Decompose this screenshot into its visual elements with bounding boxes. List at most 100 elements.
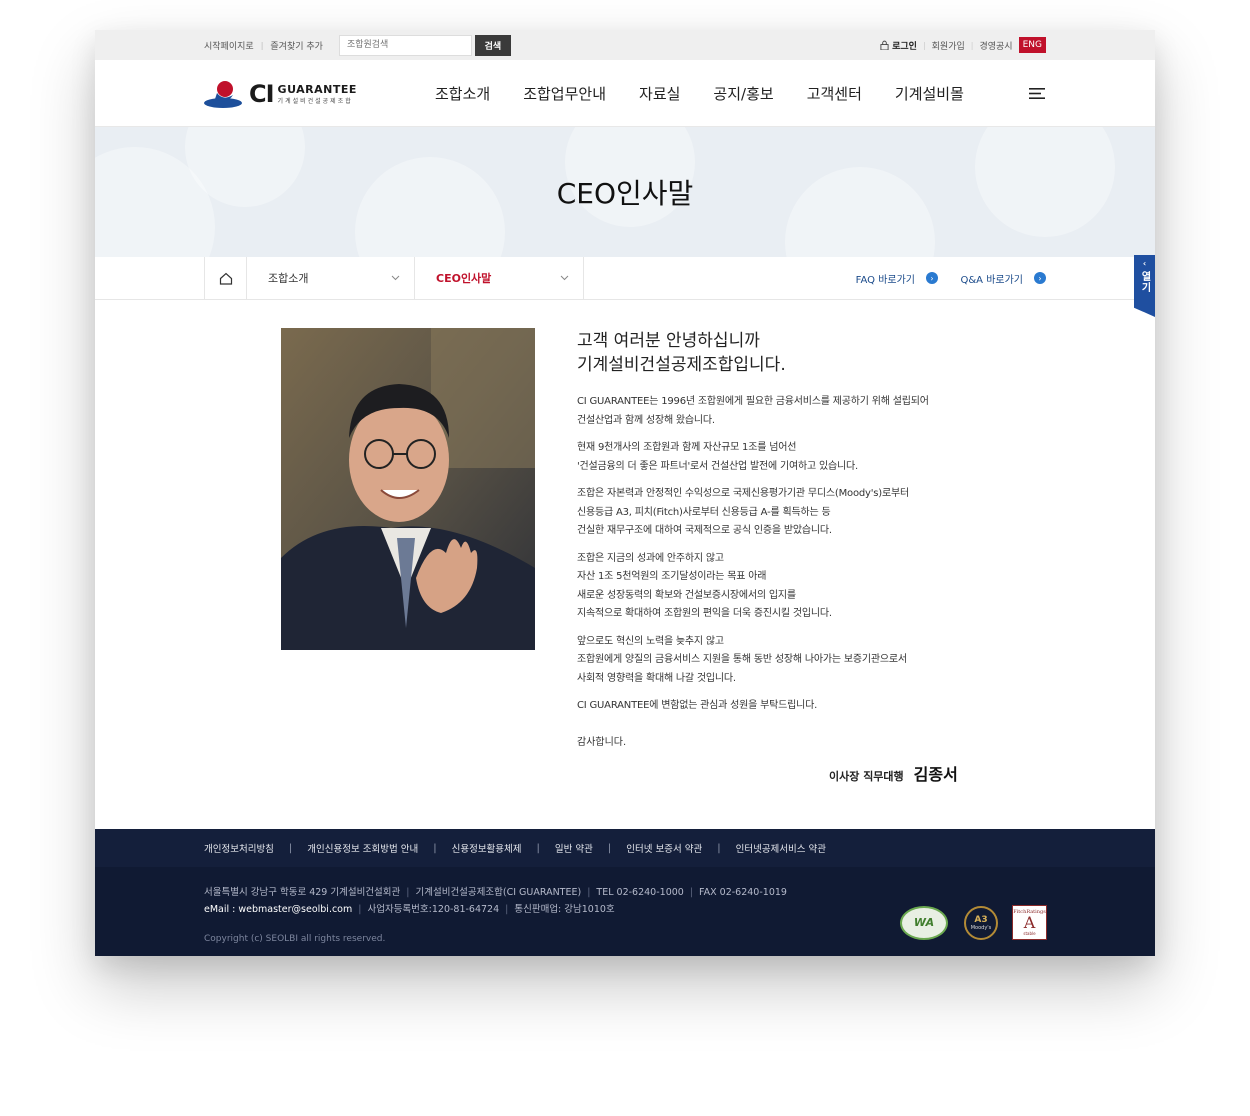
paragraph-line: 자산 1조 5천억원의 조기달성이라는 목표 아래: [577, 571, 767, 582]
side-open-tab[interactable]: ‹ 열기: [1134, 255, 1155, 317]
divider: |: [922, 40, 926, 50]
thanks-line: 감사합니다.: [577, 736, 627, 748]
logo-text: GUARANTEE 기계설비건설공제조합: [278, 83, 357, 105]
fitch-badge: FitchRatings A stable: [1012, 905, 1047, 940]
footer-fax: FAX 02-6240-1019: [699, 887, 787, 898]
paragraph-line: 현재 9천개사의 조합원과 함께 자산규모 1조를 넘어선: [577, 442, 797, 453]
message-headline: 고객 여러분 안녕하십니까 기계설비건설공제조합입니다.: [577, 329, 997, 377]
logo-subtitle: 기계설비건설공제조합: [277, 98, 353, 105]
divider: |: [358, 904, 362, 915]
lock-icon: [880, 40, 889, 50]
footer-link-credit-system[interactable]: 신용정보활용체제: [452, 841, 522, 855]
divider: |: [406, 887, 410, 898]
paragraph-line: 건실한 재무구조에 대하여 국제적으로 공식 인증을 받았습니다.: [577, 525, 832, 536]
browser-page: 시작페이지로 | 즐겨찾기 추가 검색 로그인 | 회원가입 | 경영공시 EN…: [95, 30, 1155, 956]
message-paragraph: CI GUARANTEE에 변함없는 관심과 성원을 부탁드립니다.: [577, 697, 997, 716]
site-logo[interactable]: CI GUARANTEE 기계설비건설공제조합: [203, 79, 357, 109]
member-search-input[interactable]: [338, 34, 472, 56]
message-paragraph: CI GUARANTEE는 1996년 조합원에게 필요한 금융서비스를 제공하…: [577, 393, 997, 430]
nav-support[interactable]: 고객센터: [807, 83, 862, 104]
chevron-left-icon: ‹: [1142, 259, 1147, 268]
breadcrumb-level1-select[interactable]: 조합소개: [247, 257, 415, 299]
moodys-grade: A3: [974, 914, 988, 925]
divider: |: [607, 842, 612, 854]
divider: |: [288, 842, 293, 854]
arrow-right-icon: ›: [1034, 272, 1046, 284]
copyright: Copyright (c) SEOLBI all rights reserved…: [204, 934, 386, 944]
breadcrumb-level2-label: CEO인사말: [436, 272, 492, 285]
footer-info-line: eMail : webmaster@seolbi.com | 사업자등록번호:120…: [204, 901, 787, 918]
footer-info: 서울특별시 강남구 학동로 429 기계설비건설회관 | 기계설비건설공제조합(CI…: [204, 884, 787, 918]
nav-services[interactable]: 조합업무안내: [523, 83, 606, 104]
paragraph-line: 조합은 자본력과 안정적인 수익성으로 국제신용평가기관 무디스(Moody's…: [577, 488, 909, 499]
footer-links: 개인정보처리방침 | 개인신용정보 조회방법 안내 | 신용정보활용체제 | 일…: [95, 829, 1155, 867]
footer-info-line: 서울특별시 강남구 학동로 429 기계설비건설회관 | 기계설비건설공제조합(CI…: [204, 884, 787, 901]
search-button[interactable]: 검색: [474, 34, 511, 56]
qna-shortcut-label: Q&A 바로가기: [960, 274, 1024, 286]
ceo-message: 고객 여러분 안녕하십니까 기계설비건설공제조합입니다. CI GUARANTE…: [577, 329, 997, 748]
footer-link-privacy[interactable]: 개인정보처리방침: [204, 841, 274, 855]
footer-link-guarantee-terms[interactable]: 인터넷 보증서 약관: [626, 841, 702, 855]
home-icon: [219, 272, 232, 285]
login-link[interactable]: 로그인: [880, 39, 917, 52]
nav-mall[interactable]: 기계설비몰: [895, 83, 964, 104]
chevron-down-icon: [391, 275, 400, 281]
site-header: CI GUARANTEE 기계설비건설공제조합 조합소개 조합업무안내 자료실 …: [95, 60, 1155, 127]
paragraph-line: 사회적 영향력을 확대해 나갈 것입니다.: [577, 672, 736, 684]
faq-shortcut-link[interactable]: FAQ 바로가기 ›: [856, 257, 938, 299]
hamburger-icon[interactable]: [1029, 87, 1045, 100]
footer-link-terms[interactable]: 일반 약관: [555, 841, 593, 855]
footer-mail-order: 통신판매업: 강남1010호: [514, 904, 615, 915]
home-button[interactable]: [204, 257, 247, 299]
divider: |: [689, 887, 694, 898]
wa-mark-label: WA: [913, 916, 935, 929]
qna-shortcut-link[interactable]: Q&A 바로가기 ›: [960, 257, 1046, 299]
side-open-label: 열기: [1139, 271, 1150, 293]
paragraph-line: CI GUARANTEE는 1996년 조합원에게 필요한 금융서비스를 제공하…: [577, 396, 929, 407]
english-button[interactable]: ENG: [1018, 37, 1046, 53]
main-nav: 조합소개 조합업무안내 자료실 공지/홍보 고객센터 기계설비몰: [435, 60, 997, 127]
chevron-down-icon: [560, 275, 569, 281]
nav-notice[interactable]: 공지/홍보: [713, 83, 773, 104]
footer-link-credit-inquiry[interactable]: 개인신용정보 조회방법 안내: [307, 841, 418, 855]
breadcrumb-level1-label: 조합소개: [268, 272, 309, 285]
utility-right: 로그인 | 회원가입 | 경영공시 ENG: [880, 30, 1046, 60]
signature: 이사장 직무대행 김종서: [829, 761, 958, 785]
breadcrumb-level2-select[interactable]: CEO인사말: [415, 257, 584, 299]
page-banner: CEO인사말: [95, 127, 1155, 257]
ceo-photo: [281, 328, 535, 650]
divider: |: [536, 842, 540, 854]
divider: |: [260, 40, 264, 50]
paragraph-line: 새로운 성장동력의 확보와 건설보증시장에서의 입지를: [577, 589, 796, 601]
paragraph-line: 건설산업과 함께 성장해 왔습니다.: [577, 414, 715, 426]
footer-org: 기계설비건설공제조합(CI GUARANTEE): [415, 887, 582, 898]
paragraph-line: 조합원에게 양질의 금융서비스 지원을 통해 동반 성장해 나아가는 보증기관으…: [577, 654, 907, 665]
footer-link-service-terms[interactable]: 인터넷공제서비스 약관: [736, 841, 826, 855]
divider: |: [717, 842, 721, 854]
utility-left: 시작페이지로 | 즐겨찾기 추가 검색: [204, 30, 511, 60]
divider: |: [505, 904, 509, 915]
bookmark-link[interactable]: 즐겨찾기 추가: [270, 39, 323, 52]
signature-name: 김종서: [913, 765, 958, 784]
footer-biz-no: 사업자등록번호:120-81-64724: [367, 904, 500, 915]
divider: |: [587, 887, 591, 898]
headline-line: 고객 여러분 안녕하십니까: [577, 331, 760, 351]
start-page-link[interactable]: 시작페이지로: [204, 39, 254, 52]
paragraph-line: 앞으로도 혁신의 노력을 늦추지 않고: [577, 635, 724, 647]
fitch-grade: A: [1023, 913, 1036, 932]
login-label: 로그인: [892, 41, 917, 52]
nav-library[interactable]: 자료실: [639, 83, 680, 104]
wa-mark-badge: WA: [900, 905, 948, 940]
footer-address: 서울특별시 강남구 학동로 429 기계설비건설회관: [204, 887, 401, 898]
paragraph-line: 지속적으로 확대하여 조합원의 편익을 더욱 증진시킬 것입니다.: [577, 608, 832, 619]
page-title: CEO인사말: [556, 177, 694, 210]
join-link[interactable]: 회원가입: [932, 39, 965, 52]
disclosure-link[interactable]: 경영공시: [979, 39, 1012, 52]
nav-about[interactable]: 조합소개: [435, 83, 490, 104]
faq-shortcut-label: FAQ 바로가기: [855, 274, 915, 286]
arrow-right-icon: ›: [926, 272, 938, 284]
ceo-portrait-image: [281, 328, 535, 650]
message-paragraph: 조합은 지금의 성과에 안주하지 않고 자산 1조 5천억원의 조기달성이라는 …: [577, 550, 997, 624]
moodys-name: Moody's: [970, 924, 992, 931]
breadcrumb: 조합소개 CEO인사말 FAQ 바로가기 › Q&A 바로가기 ›: [95, 257, 1155, 300]
